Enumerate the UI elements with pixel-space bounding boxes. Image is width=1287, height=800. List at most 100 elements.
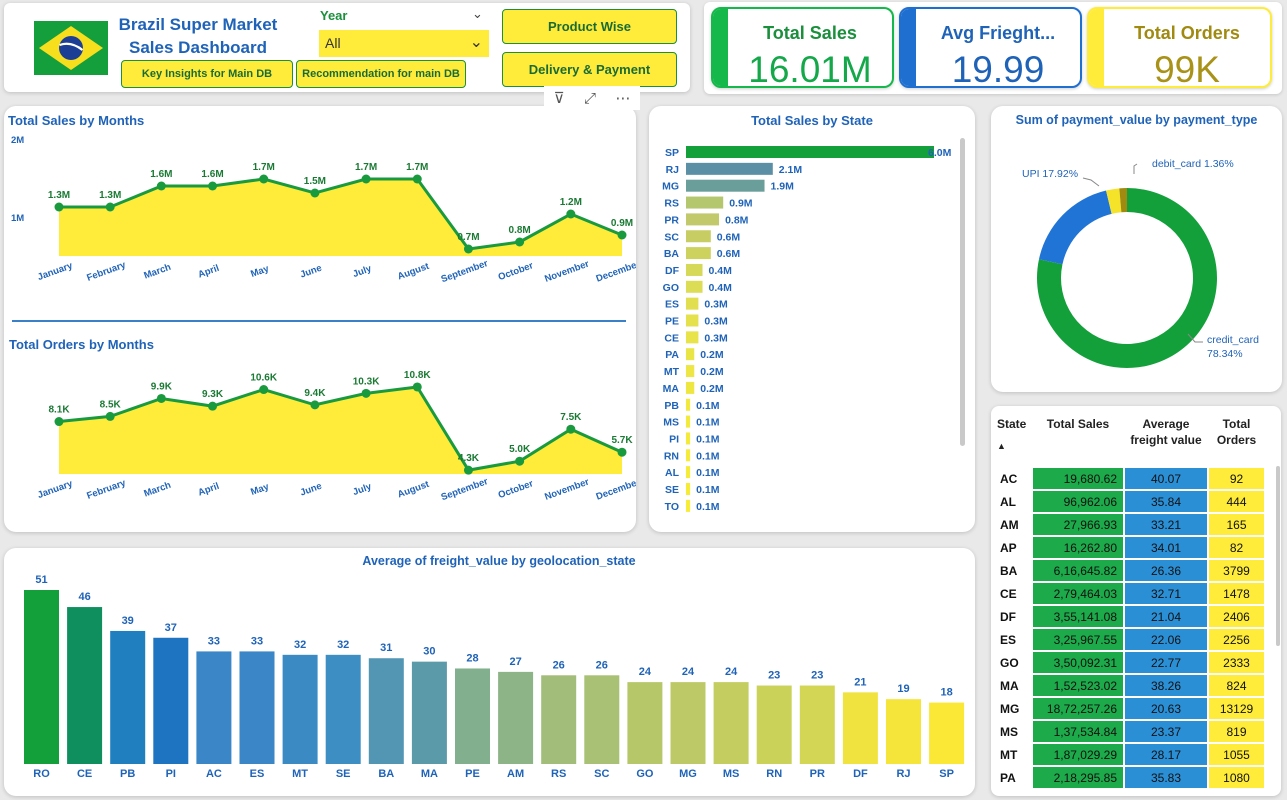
bar — [686, 179, 765, 192]
title-line-2: Sales Dashboard — [129, 38, 267, 57]
data-label: 0.1M — [696, 417, 720, 429]
data-label: 2.1M — [779, 164, 803, 176]
column-header-state[interactable]: State ▲ — [997, 416, 1031, 466]
table-row[interactable]: MT 1,87,029.29 28.17 1055 — [997, 744, 1264, 765]
table-row[interactable]: AC 19,680.62 40.07 92 — [997, 468, 1264, 489]
x-tick-label: PI — [166, 768, 176, 780]
cell-total-sales: 6,16,645.82 — [1033, 560, 1123, 581]
x-tick-label: February — [85, 259, 128, 283]
data-label: 33 — [251, 635, 263, 647]
year-select[interactable]: All ⌄ — [319, 30, 489, 57]
data-point — [156, 393, 166, 403]
data-label: 1.6M — [150, 169, 172, 180]
table-row[interactable]: AL 96,962.06 35.84 444 — [997, 491, 1264, 512]
bar — [541, 675, 577, 764]
cell-avg-freight: 26.36 — [1125, 560, 1207, 581]
table-row[interactable]: PA 2,18,295.85 35.83 1080 — [997, 767, 1264, 788]
bar — [411, 661, 447, 764]
product-wise-button[interactable]: Product Wise — [502, 9, 677, 44]
data-label: 0.1M — [696, 484, 720, 496]
slice-label: debit_card 1.36% — [1152, 158, 1234, 170]
table-row[interactable]: BA 6,16,645.82 26.36 3799 — [997, 560, 1264, 581]
recommendation-button[interactable]: Recommendation for main DB — [296, 60, 466, 88]
kpi-label: Avg Frieght... — [940, 23, 1056, 43]
freight-by-state-chart: 51 RO 46 CE 39 PB 37 PI 33 AC 33 ES 32 MT 32 SE 31 BA 30 MA… — [24, 574, 965, 780]
x-tick-label: June — [299, 263, 324, 281]
orders-by-month-title: Total Orders by Months — [9, 337, 154, 352]
bar — [670, 682, 706, 764]
more-options-icon[interactable]: ⋯ — [615, 89, 630, 107]
data-point — [105, 411, 115, 421]
bar — [686, 449, 691, 462]
cell-total-orders: 444 — [1209, 491, 1264, 512]
cell-avg-freight: 35.84 — [1125, 491, 1207, 512]
delivery-payment-button[interactable]: Delivery & Payment — [502, 52, 677, 87]
table-row[interactable]: GO 3,50,092.31 22.77 2333 — [997, 652, 1264, 673]
months-charts-card: Total Sales by Months 1.3M January 1.3M Feb… — [4, 106, 636, 532]
x-tick-label: September — [440, 258, 490, 285]
chevron-down-icon[interactable]: ⌄ — [472, 6, 483, 22]
column-header-total-orders[interactable]: Total Orders — [1209, 416, 1264, 466]
dashboard-title: Brazil Super Market Sales Dashboard — [116, 13, 280, 59]
data-label: 10.6K — [250, 373, 277, 384]
kpi-label: Total Sales — [763, 23, 857, 43]
cell-state: ES — [1000, 632, 1017, 647]
table-row[interactable]: DF 3,55,141.08 21.04 2406 — [997, 606, 1264, 627]
data-point — [463, 465, 473, 475]
data-label: 0.6M — [717, 248, 741, 260]
y-tick-label: SC — [664, 231, 679, 243]
data-label: 1.7M — [253, 162, 275, 173]
filter-icon[interactable]: ⊽ — [554, 89, 565, 107]
cell-state: MS — [1000, 724, 1018, 739]
column-header-total-sales[interactable]: Total Sales — [1033, 416, 1123, 466]
y-tick-label: MA — [663, 383, 680, 395]
table-row[interactable]: ES 3,25,967.55 22.06 2256 — [997, 629, 1264, 650]
key-insights-button[interactable]: Key Insights for Main DB — [121, 60, 293, 88]
data-label: 39 — [122, 615, 134, 627]
data-label: 8.1K — [48, 405, 70, 416]
cell-total-sales: 18,72,257.26 — [1033, 698, 1123, 719]
bar — [686, 314, 699, 327]
x-tick-label: ES — [250, 768, 265, 780]
data-label: 28 — [466, 652, 478, 664]
bar — [799, 685, 835, 764]
bar — [686, 415, 691, 428]
table-row[interactable]: MG 18,72,257.26 20.63 13129 — [997, 698, 1264, 719]
cell-avg-freight: 23.37 — [1125, 721, 1207, 742]
y-tick-label: PE — [665, 316, 679, 328]
x-tick-label: December — [595, 259, 636, 285]
bar — [239, 651, 275, 764]
x-tick-label: December — [595, 477, 636, 503]
focus-mode-icon[interactable]: ⤢ — [584, 90, 596, 107]
y-tick-label: MS — [663, 417, 679, 429]
x-tick-label: October — [497, 478, 535, 501]
scrollbar[interactable] — [960, 138, 965, 446]
cell-total-orders: 92 — [1209, 468, 1264, 489]
bar — [713, 682, 749, 764]
cell-state: AP — [1000, 540, 1017, 555]
bar — [686, 213, 720, 226]
data-label: 0.9M — [729, 198, 753, 210]
table-row[interactable]: CE 2,79,464.03 32.71 1478 — [997, 583, 1264, 604]
x-tick-label: GO — [636, 768, 654, 780]
bar — [196, 651, 232, 764]
data-label: 9.4K — [304, 388, 326, 399]
table-row[interactable]: AP 16,262.80 34.01 82 — [997, 537, 1264, 558]
x-tick-label: February — [85, 477, 128, 501]
data-point — [463, 244, 473, 254]
table-row[interactable]: AM 27,966.93 33.21 165 — [997, 514, 1264, 535]
slice-label: credit_card — [1207, 334, 1259, 346]
table-row[interactable]: MA 1,52,523.02 38.26 824 — [997, 675, 1264, 696]
cell-total-orders: 1478 — [1209, 583, 1264, 604]
cell-state: GO — [1000, 655, 1019, 670]
sales-by-month-chart: 1.3M January 1.3M February 1.6M March 1.6M Apri… — [11, 135, 636, 285]
table-row[interactable]: MS 1,37,534.84 23.37 819 — [997, 721, 1264, 742]
column-header-avg-freight[interactable]: Average freight value — [1125, 416, 1207, 466]
data-label: 30 — [423, 646, 435, 658]
visual-header-toolbar: ⊽ ⤢ ⋯ — [544, 86, 640, 110]
year-selected-value: All — [325, 35, 341, 51]
data-point — [310, 400, 320, 410]
scrollbar[interactable] — [1276, 466, 1280, 646]
cell-state: AC — [1000, 471, 1018, 486]
payment-type-donut: UPI 17.92% debit_card 1.36% credit_card 78.… — [1022, 158, 1259, 368]
